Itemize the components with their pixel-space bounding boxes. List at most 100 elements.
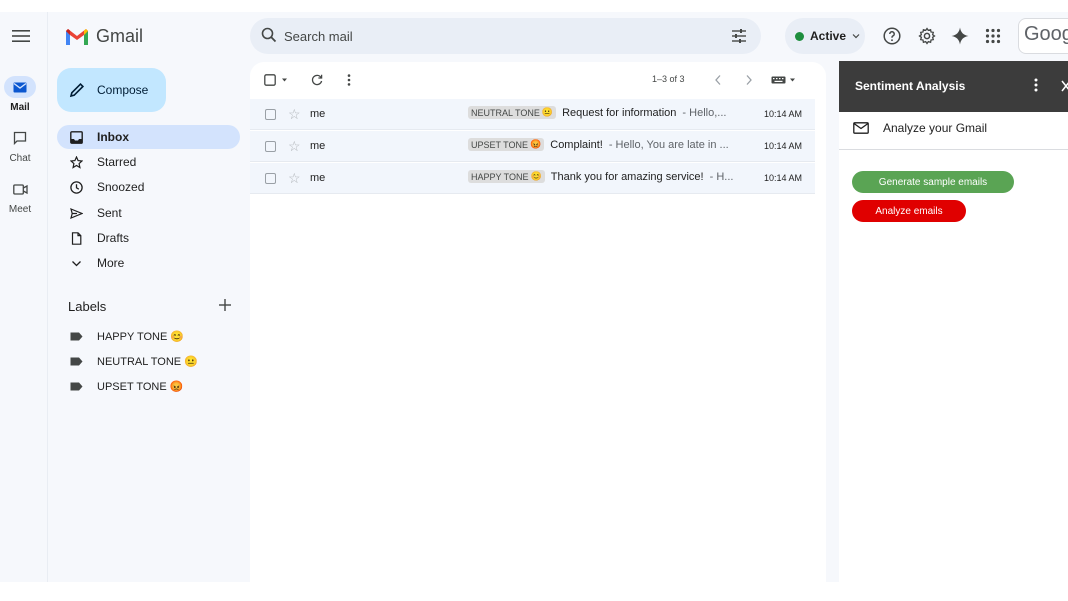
main-menu-icon[interactable] xyxy=(11,26,31,46)
rail-label-meet: Meet xyxy=(8,204,32,215)
nav-item-inbox[interactable]: Inbox xyxy=(57,125,240,149)
star-icon xyxy=(70,155,83,169)
gmail-window: Mail Chat Meet Gmail Search mail Active … xyxy=(0,12,1068,582)
rail-item-mail[interactable]: Mail xyxy=(0,76,40,113)
addon-subtitle: Analyze your Gmail xyxy=(883,121,988,135)
label-text: HAPPY TONE 😊 xyxy=(97,330,185,343)
email-time: 10:14 AM xyxy=(764,173,803,183)
input-tools-icon[interactable] xyxy=(771,74,797,86)
nav-item-drafts[interactable]: Drafts xyxy=(57,226,240,250)
gmail-m-icon xyxy=(66,28,88,45)
star-toggle-icon[interactable]: ☆ xyxy=(288,138,301,155)
label-happy-tone[interactable]: HAPPY TONE 😊 xyxy=(70,326,184,346)
draft-icon xyxy=(71,231,82,245)
more-vert-icon[interactable] xyxy=(347,74,351,86)
labels-heading: Labels xyxy=(68,299,107,314)
pencil-icon xyxy=(69,82,85,98)
tone-tag[interactable]: UPSET TONE 😡 xyxy=(468,138,545,151)
analyze-emails-button[interactable]: Analyze emails xyxy=(852,200,966,222)
tone-tag[interactable]: HAPPY TONE 😊 xyxy=(468,170,545,183)
chevron-left-icon[interactable] xyxy=(714,74,722,86)
refresh-icon[interactable] xyxy=(311,74,323,86)
email-list-panel: 1–3 of 3 ☆ me NEUTRAL TONE 😐 Request for … xyxy=(250,62,826,582)
email-content: UPSET TONE 😡 Complaint! - Hello, You are … xyxy=(468,138,748,151)
add-label-icon[interactable] xyxy=(218,298,234,314)
rail-label-chat: Chat xyxy=(9,153,31,164)
generate-sample-emails-button[interactable]: Generate sample emails xyxy=(852,171,1014,193)
star-toggle-icon[interactable]: ☆ xyxy=(288,170,301,187)
sentiment-addon-panel: Sentiment Analysis Analyze your Gmail Ge… xyxy=(839,61,1068,582)
email-snippet: - Hello,... xyxy=(682,106,727,119)
nav-item-snoozed[interactable]: Snoozed xyxy=(57,175,240,199)
chevron-right-icon[interactable] xyxy=(745,74,753,86)
row-checkbox[interactable] xyxy=(265,141,276,152)
rail-label-mail: Mail xyxy=(10,102,30,113)
status-label: Active xyxy=(810,29,847,43)
rail-item-chat[interactable]: Chat xyxy=(0,127,40,164)
divider xyxy=(839,149,1068,150)
account-label: Goog xyxy=(1024,23,1068,45)
gemini-sparkle-icon[interactable] xyxy=(950,26,970,46)
label-neutral-tone[interactable]: NEUTRAL TONE 😐 xyxy=(70,351,198,371)
nav-label-more: More xyxy=(97,256,125,270)
email-snippet: - Hello, You are late in ... xyxy=(608,138,729,151)
email-subject: Thank you for amazing service! xyxy=(550,170,704,183)
compose-button[interactable]: Compose xyxy=(57,68,166,112)
search-icon[interactable] xyxy=(261,27,277,48)
apps-grid-icon[interactable] xyxy=(983,26,1003,46)
gmail-wordmark: Gmail xyxy=(96,26,144,46)
status-dot xyxy=(795,31,804,41)
nav-label-drafts: Drafts xyxy=(97,231,130,245)
email-content: NEUTRAL TONE 😐 Request for information - … xyxy=(468,106,748,119)
account-button[interactable]: Goog xyxy=(1018,18,1068,54)
nav-item-starred[interactable]: Starred xyxy=(57,150,240,174)
pagination-label: 1–3 of 3 xyxy=(652,74,685,84)
email-row[interactable]: ☆ me HAPPY TONE 😊 Thank you for amazing s… xyxy=(250,163,815,194)
nav-label-sent: Sent xyxy=(97,206,122,220)
email-row[interactable]: ☆ me UPSET TONE 😡 Complaint! - Hello, You… xyxy=(250,131,815,162)
label-tag-icon xyxy=(70,332,83,340)
inbox-icon xyxy=(70,130,83,144)
email-snippet: - H... xyxy=(709,170,734,183)
nav-label-inbox: Inbox xyxy=(97,130,129,144)
label-upset-tone[interactable]: UPSET TONE 😡 xyxy=(70,376,183,396)
label-tag-icon xyxy=(70,357,83,365)
label-text: UPSET TONE 😡 xyxy=(97,380,184,393)
clock-icon xyxy=(70,180,83,194)
search-options-icon[interactable] xyxy=(731,28,747,49)
email-row[interactable]: ☆ me NEUTRAL TONE 😐 Request for informati… xyxy=(250,99,815,130)
email-subject: Complaint! xyxy=(550,138,603,151)
addon-title: Sentiment Analysis xyxy=(855,79,966,93)
email-sender: me xyxy=(310,140,326,152)
nav-label-starred: Starred xyxy=(97,155,137,169)
help-icon[interactable] xyxy=(882,26,902,46)
email-sender: me xyxy=(310,108,326,120)
chat-icon xyxy=(4,127,36,149)
nav-item-more[interactable]: More xyxy=(57,251,240,275)
label-tag-icon xyxy=(70,382,83,390)
star-toggle-icon[interactable]: ☆ xyxy=(288,106,301,123)
label-text: NEUTRAL TONE 😐 xyxy=(97,355,198,368)
email-subject: Request for information xyxy=(562,106,677,119)
settings-gear-icon[interactable] xyxy=(917,26,937,46)
mail-icon xyxy=(4,76,36,98)
search-input[interactable] xyxy=(284,18,704,54)
tone-tag[interactable]: NEUTRAL TONE 😐 xyxy=(468,106,557,119)
chevron-down-icon xyxy=(852,34,860,39)
row-checkbox[interactable] xyxy=(265,173,276,184)
select-all-checkbox[interactable] xyxy=(264,74,288,86)
email-time: 10:14 AM xyxy=(764,141,803,151)
addon-header: Sentiment Analysis xyxy=(839,61,1068,112)
nav-item-sent[interactable]: Sent xyxy=(57,201,240,225)
compose-label: Compose xyxy=(97,83,149,97)
row-checkbox[interactable] xyxy=(265,109,276,120)
status-selector[interactable]: Active xyxy=(785,18,865,54)
mail-outline-icon xyxy=(853,122,869,134)
video-icon xyxy=(4,178,36,200)
nav-label-snoozed: Snoozed xyxy=(97,180,145,194)
rail-item-meet[interactable]: Meet xyxy=(0,178,40,215)
gmail-logo[interactable]: Gmail xyxy=(64,26,143,47)
addon-more-vert-icon[interactable] xyxy=(1034,78,1042,94)
app-rail: Mail Chat Meet xyxy=(0,12,48,582)
close-icon[interactable] xyxy=(1061,79,1068,93)
